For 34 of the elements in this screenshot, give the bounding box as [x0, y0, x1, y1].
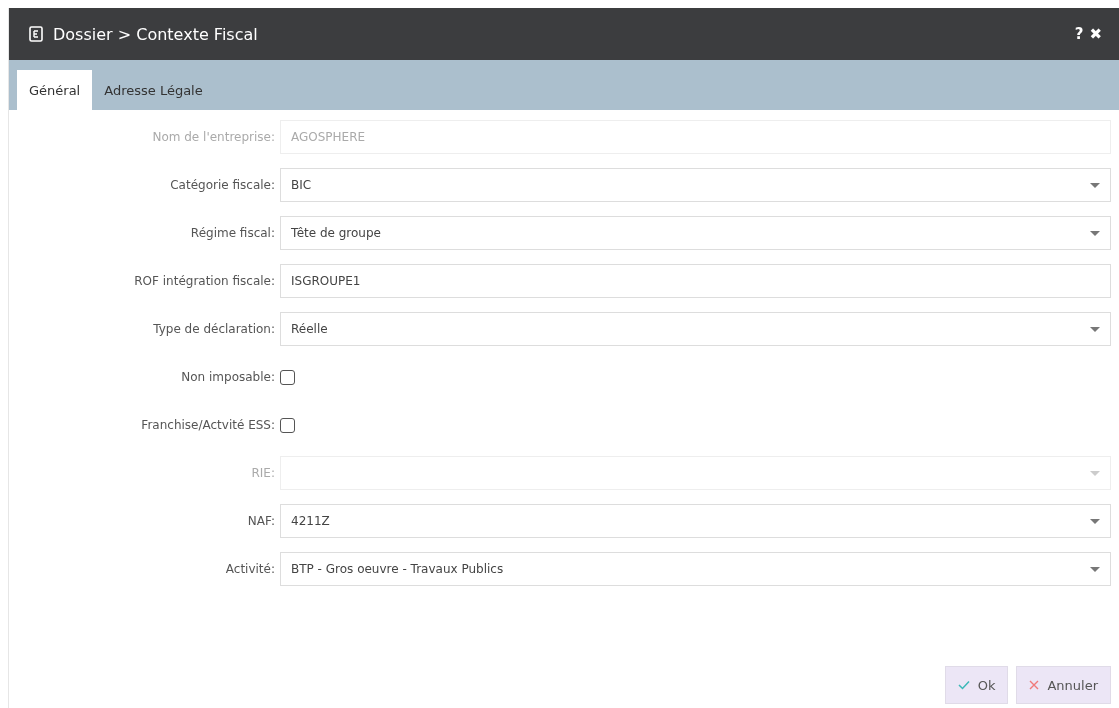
- dropdown[interactable]: 4211Z: [280, 504, 1111, 538]
- caret-icon: [1090, 182, 1100, 188]
- dropdown[interactable]: BIC: [280, 168, 1111, 202]
- window-title: Dossier > Contexte Fiscal: [53, 24, 258, 44]
- caret-icon: [1090, 566, 1100, 572]
- check-icon: [957, 680, 970, 690]
- caret-icon: [1090, 230, 1100, 236]
- dropdown[interactable]: BTP - Gros oeuvre - Travaux Publics: [280, 552, 1111, 586]
- document-icon: [29, 26, 43, 42]
- help-button[interactable]: ?: [1071, 25, 1087, 43]
- input-field[interactable]: ISGROUPE1: [280, 264, 1111, 298]
- field-label: Type de déclaration:: [152, 322, 276, 336]
- checkbox[interactable]: [280, 369, 295, 385]
- dropdown[interactable]: Réelle: [280, 312, 1111, 346]
- close-button[interactable]: ✖: [1086, 25, 1105, 43]
- ok-button[interactable]: Ok: [944, 666, 1009, 704]
- checkbox[interactable]: [280, 417, 295, 433]
- caret-icon: [1090, 326, 1100, 332]
- field-label: Activité:: [224, 562, 276, 576]
- tab[interactable]: Adresse Légale: [92, 70, 215, 110]
- field-label: ROF intégration fiscale:: [133, 274, 276, 288]
- field-label: Catégorie fiscale:: [169, 178, 276, 192]
- field-label: NAF:: [246, 514, 276, 528]
- field-label: Franchise/Actvité ESS:: [140, 418, 276, 432]
- field-label: Non imposable:: [180, 370, 276, 384]
- field-label: Nom de l'entreprise:: [151, 130, 276, 144]
- cross-icon: [1029, 680, 1040, 690]
- field-label: Régime fiscal:: [189, 226, 276, 240]
- tab[interactable]: Général: [17, 70, 93, 110]
- dropdown[interactable]: Tête de groupe: [280, 216, 1111, 250]
- caret-icon: [1090, 518, 1100, 524]
- field-label: RIE:: [250, 466, 276, 480]
- cancel-button[interactable]: Annuler: [1016, 666, 1111, 704]
- caret-icon: [1090, 470, 1100, 476]
